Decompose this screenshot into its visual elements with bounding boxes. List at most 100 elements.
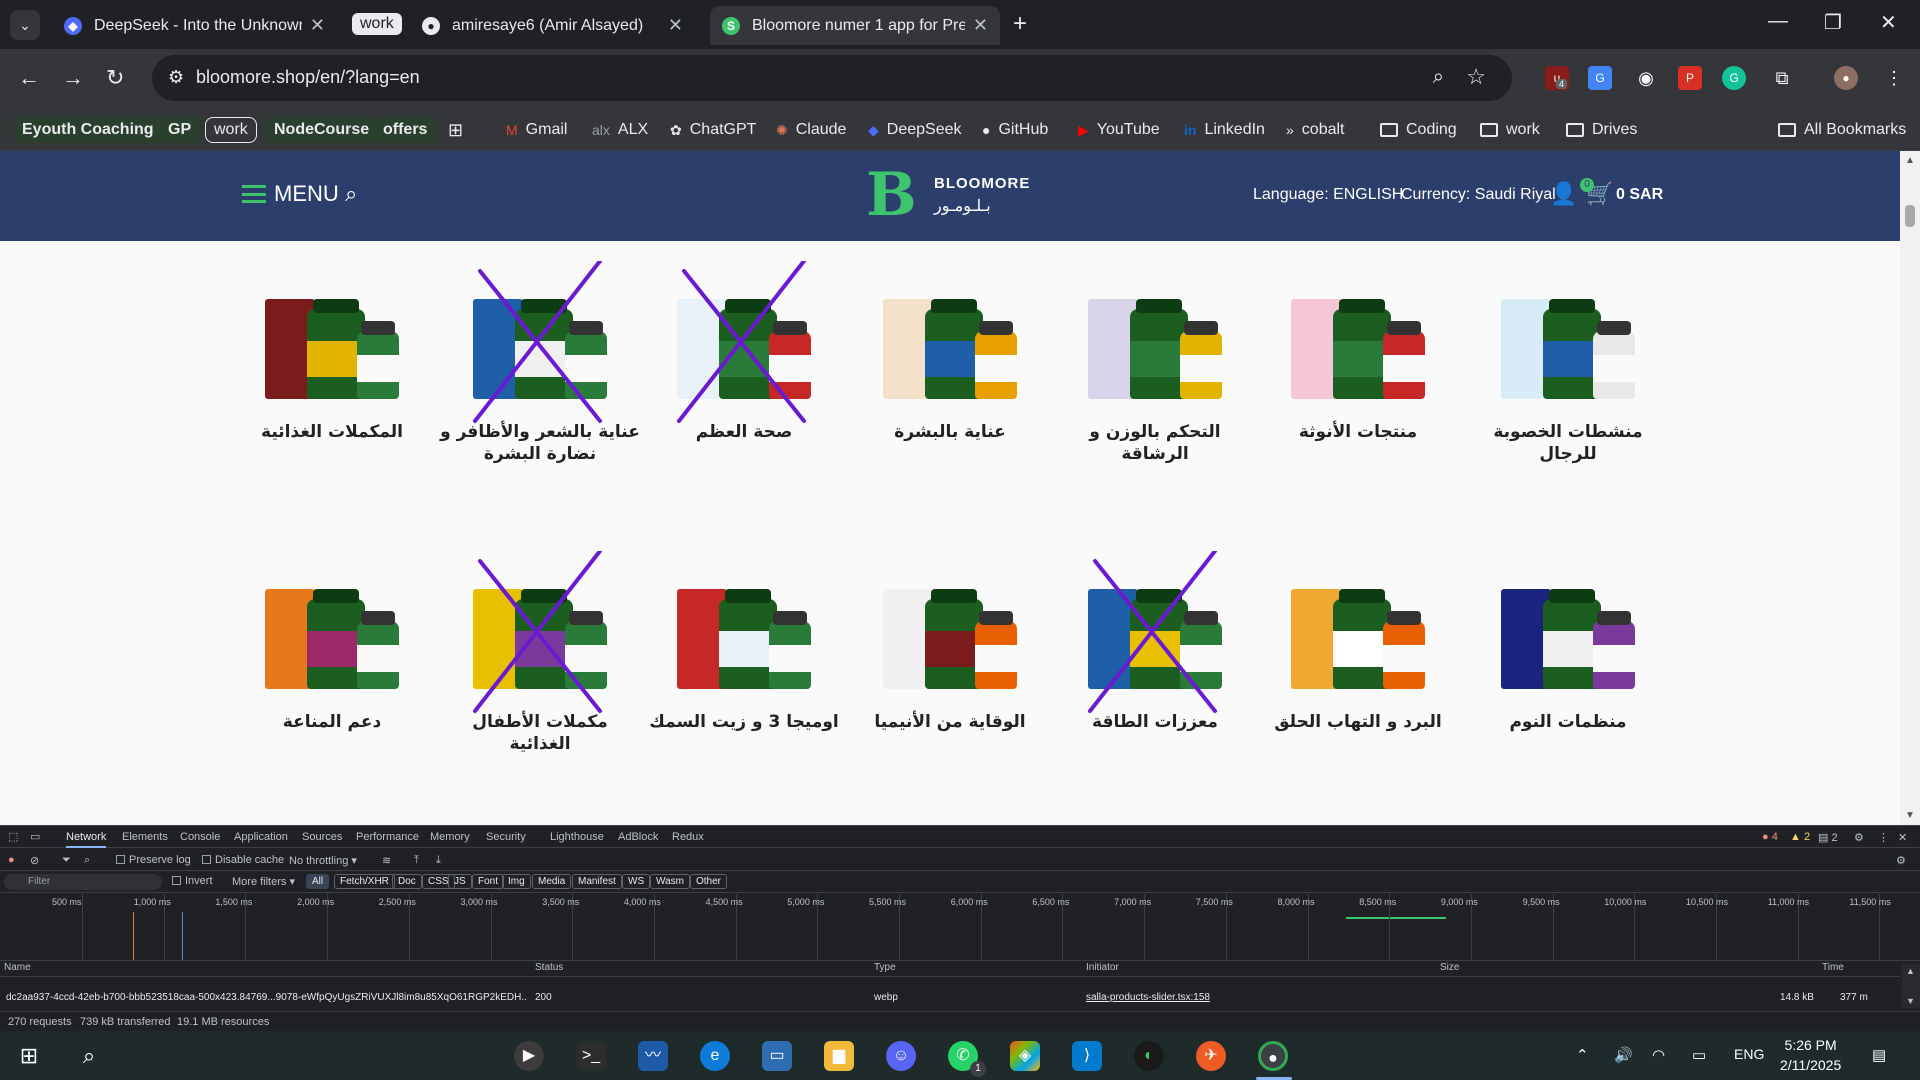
apps-grid-icon[interactable]: ⊞ bbox=[448, 117, 463, 143]
camera-icon[interactable]: ◉ bbox=[1634, 66, 1658, 90]
category-image[interactable] bbox=[1283, 271, 1433, 407]
bookmark-cobalt[interactable]: » cobalt bbox=[1286, 117, 1345, 143]
category-card[interactable]: اوميجا 3 و زيت السمك bbox=[644, 561, 844, 733]
window-close-icon[interactable]: ✕ bbox=[1880, 10, 1897, 35]
bookmark-claude[interactable]: ✺ Claude bbox=[776, 117, 846, 143]
devtools-close-icon[interactable]: ✕ bbox=[1898, 831, 1907, 844]
category-label[interactable]: عناية بالبشرة bbox=[850, 421, 1050, 443]
filter-chip[interactable]: Fetch/XHR bbox=[334, 874, 395, 889]
bookmark-youtube[interactable]: ▶ YouTube bbox=[1078, 117, 1160, 143]
errors-count[interactable]: ● 4 bbox=[1762, 831, 1778, 843]
category-card[interactable]: المكملات الغذائية bbox=[232, 271, 432, 443]
scroll-up-icon[interactable]: ▲ bbox=[1905, 155, 1915, 166]
bookmark-folder-coding[interactable]: Coding bbox=[1380, 117, 1457, 143]
search-icon[interactable]: ⌕ bbox=[345, 181, 357, 207]
messages-count[interactable]: ▤ 2 bbox=[1818, 831, 1838, 844]
category-label[interactable]: منشطات الخصوبة للرجال bbox=[1468, 421, 1668, 465]
language-selector[interactable]: Language: ENGLISH bbox=[1253, 186, 1403, 204]
filter-chip[interactable]: Doc bbox=[392, 874, 422, 889]
currency-selector[interactable]: Currency: Saudi Riyal bbox=[1401, 186, 1556, 204]
scroll-down-icon[interactable]: ▼ bbox=[1905, 810, 1915, 821]
network-timeline[interactable]: 500 ms 1,000 ms 1,500 ms 2,000 ms 2,500 ms 3,… bbox=[0, 894, 1920, 961]
category-image[interactable] bbox=[875, 561, 1025, 697]
settings-icon[interactable]: ⚙ bbox=[1854, 831, 1864, 844]
category-image[interactable] bbox=[669, 561, 819, 697]
category-image[interactable] bbox=[1493, 561, 1643, 697]
filter-chip[interactable]: Img bbox=[502, 874, 531, 889]
category-card[interactable]: عناية بالبشرة bbox=[850, 271, 1050, 443]
category-image[interactable] bbox=[1283, 561, 1433, 697]
devtools-tab-network[interactable]: Network bbox=[66, 831, 107, 848]
filter-chip[interactable]: Manifest bbox=[572, 874, 622, 889]
devtools-tab-memory[interactable]: Memory bbox=[430, 831, 470, 843]
scrollbar-thumb[interactable] bbox=[1905, 205, 1915, 227]
network-conditions-icon[interactable]: ≋ bbox=[382, 854, 391, 867]
media-player-icon[interactable]: ▶ bbox=[514, 1041, 544, 1071]
category-label[interactable]: صحة العظم bbox=[644, 421, 844, 443]
category-label[interactable]: المكملات الغذائية bbox=[232, 421, 432, 443]
minimize-icon[interactable]: — bbox=[1768, 10, 1788, 33]
chrome-icon[interactable]: ● bbox=[1258, 1041, 1288, 1071]
devtools-tab-adblock[interactable]: AdBlock bbox=[618, 831, 658, 843]
category-card[interactable]: منظمات النوم bbox=[1468, 561, 1668, 733]
device-toggle-icon[interactable]: ▭ bbox=[30, 830, 40, 843]
close-icon[interactable]: ✕ bbox=[973, 15, 988, 36]
column-time[interactable]: Time bbox=[1822, 962, 1844, 976]
invert-checkbox[interactable]: Invert bbox=[172, 875, 213, 887]
filter-chip[interactable]: Media bbox=[532, 874, 572, 889]
row-initiator-link[interactable]: salla-products-slider.tsx:158 bbox=[1086, 992, 1210, 1003]
category-image[interactable] bbox=[1080, 561, 1230, 697]
column-size[interactable]: Size bbox=[1440, 962, 1459, 976]
user-icon[interactable]: 👤 bbox=[1550, 181, 1577, 207]
filter-icon[interactable]: ⏷ bbox=[62, 854, 71, 867]
bookmark-alx[interactable]: alx ALX bbox=[592, 117, 648, 143]
url-text[interactable]: bloomore.shop/en/?lang=en bbox=[196, 67, 420, 88]
file-explorer-icon[interactable]: ▆ bbox=[824, 1041, 854, 1071]
tab-github[interactable]: ● amiresaye6 (Amir Alsayed) ✕ bbox=[410, 6, 695, 45]
network-settings-icon[interactable]: ⚙ bbox=[1896, 854, 1906, 867]
devtools-tab-sources[interactable]: Sources bbox=[302, 831, 342, 843]
site-logo[interactable]: B BLOOMORE بـلـومـور bbox=[866, 163, 1030, 227]
close-icon[interactable]: ✕ bbox=[310, 15, 325, 36]
column-type[interactable]: Type bbox=[874, 962, 896, 976]
system-clock[interactable]: 5:26 PM 2/11/2025 bbox=[1780, 1035, 1841, 1075]
mongodb-icon[interactable]: ◐ bbox=[1134, 1041, 1164, 1071]
tab-bloomore[interactable]: S Bloomore numer 1 app for Pren ✕ bbox=[710, 6, 1000, 45]
category-card[interactable]: البرد و التهاب الحلق bbox=[1258, 561, 1458, 733]
row-name[interactable]: dc2aa937-4ccd-42eb-b700-bbb523518caa-500… bbox=[6, 992, 526, 1003]
discord-icon[interactable]: ☺ bbox=[886, 1041, 916, 1071]
pdf-icon[interactable]: P bbox=[1678, 66, 1702, 90]
devtools-tab-application[interactable]: Application bbox=[234, 831, 288, 843]
category-image[interactable] bbox=[669, 271, 819, 407]
bookmark-gmail[interactable]: M Gmail bbox=[506, 117, 567, 143]
search-icon[interactable]: ⌕ bbox=[84, 854, 90, 867]
translate-icon[interactable]: G bbox=[1588, 66, 1612, 90]
more-icon[interactable]: ⋮ bbox=[1878, 831, 1889, 844]
postman-icon[interactable]: ✈ bbox=[1196, 1041, 1226, 1071]
category-image[interactable] bbox=[1080, 271, 1230, 407]
category-label[interactable]: التحكم بالوزن و الرشاقة bbox=[1055, 421, 1255, 465]
category-image[interactable] bbox=[465, 561, 615, 697]
edge-icon[interactable]: e bbox=[700, 1041, 730, 1071]
category-card[interactable]: عناية بالشعر والأظافر و نضارة البشرة bbox=[440, 261, 640, 465]
category-card[interactable]: الوقاية من الأنيميا bbox=[850, 561, 1050, 733]
disable-cache-checkbox[interactable]: Disable cache bbox=[202, 854, 284, 866]
category-card[interactable]: معززات الطاقة bbox=[1055, 551, 1255, 733]
extensions-icon[interactable]: ⧉ bbox=[1770, 66, 1794, 90]
bookmark-eyouth[interactable]: Eyouth Coaching bbox=[14, 117, 162, 143]
bookmark-folder-work[interactable]: work bbox=[1480, 117, 1540, 143]
inspect-icon[interactable]: ⬚ bbox=[8, 830, 18, 843]
show-hidden-icons[interactable]: ⌃ bbox=[1576, 1046, 1589, 1064]
profile-avatar[interactable]: ● bbox=[1834, 66, 1858, 90]
filter-input[interactable]: Filter bbox=[4, 874, 162, 890]
filter-chip[interactable]: Other bbox=[690, 874, 728, 889]
copilot-icon[interactable]: ◈ bbox=[1010, 1041, 1040, 1071]
bookmark-gp[interactable]: GP bbox=[160, 117, 200, 143]
warnings-count[interactable]: ▲ 2 bbox=[1790, 831, 1810, 843]
column-initiator[interactable]: Initiator bbox=[1086, 962, 1119, 976]
windows-start-icon[interactable]: ⊞ bbox=[14, 1041, 44, 1071]
table-scrollbar[interactable]: ▲ ▼ bbox=[1902, 964, 1920, 1008]
category-card[interactable]: مكملات الأطفال الغذائية bbox=[440, 551, 640, 755]
column-name[interactable]: Name bbox=[4, 962, 31, 976]
tab-group-work[interactable]: work bbox=[352, 13, 402, 35]
